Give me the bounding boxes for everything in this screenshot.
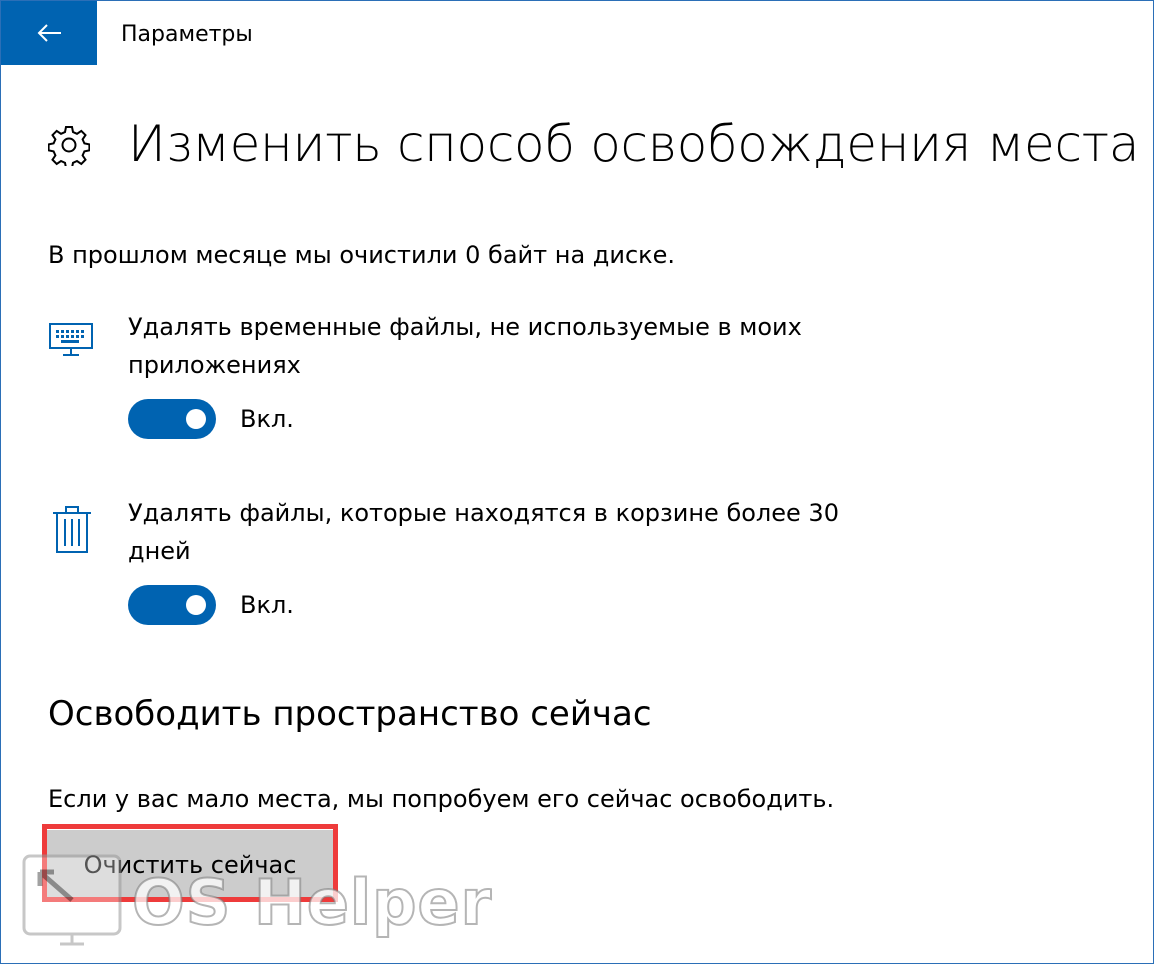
recycle-bin-toggle-state: Вкл. (240, 591, 294, 619)
temp-files-toggle-state: Вкл. (240, 405, 294, 433)
free-space-heading: Освободить пространство сейчас (48, 694, 652, 734)
clean-now-button[interactable]: Очистить сейчас (46, 830, 334, 900)
recycle-bin-option-label: Удалять файлы, которые находятся в корзи… (128, 499, 839, 565)
toggle-knob (186, 409, 206, 429)
cleanup-summary: В прошлом месяце мы очистили 0 байт на д… (48, 241, 676, 269)
gear-icon (48, 126, 90, 166)
recycle-bin-toggle[interactable] (128, 585, 216, 625)
temp-files-toggle[interactable] (128, 399, 216, 439)
toggle-knob (186, 595, 206, 615)
trash-icon (53, 506, 91, 553)
temp-files-option-label: Удалять временные файлы, не используемые… (128, 313, 802, 379)
keyboard-monitor-icon (49, 323, 93, 356)
page-title: Изменить способ освобождения места (128, 115, 1140, 173)
window-title: Параметры (121, 22, 253, 47)
back-arrow-icon (37, 24, 61, 42)
free-space-description: Если у вас мало места, мы попробуем его … (48, 785, 835, 813)
back-button[interactable] (1, 1, 97, 65)
